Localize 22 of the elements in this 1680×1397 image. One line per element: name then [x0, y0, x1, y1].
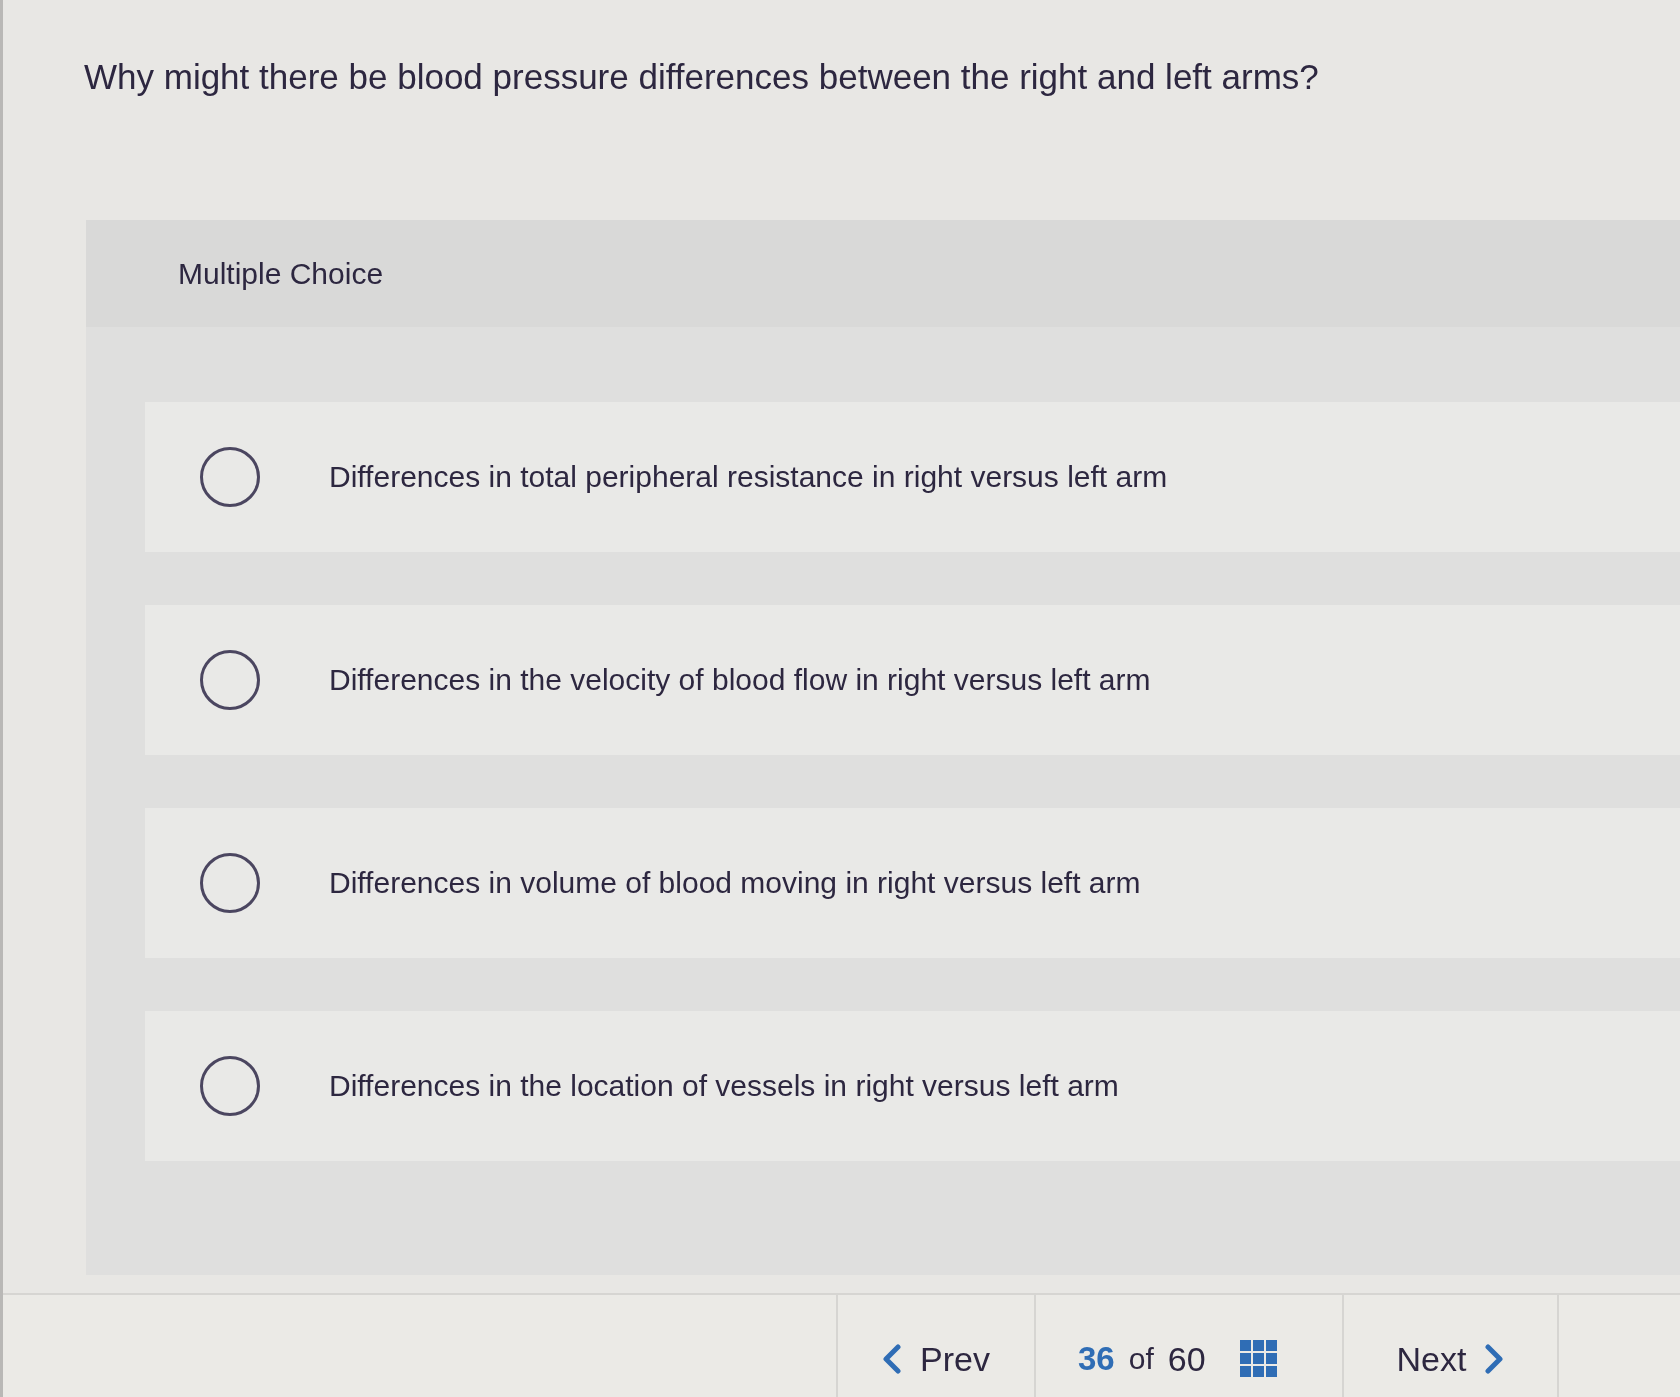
of-label: of: [1128, 1342, 1154, 1376]
total-question-count: 60: [1167, 1339, 1206, 1379]
radio-button[interactable]: [200, 1056, 260, 1116]
question-text: Why might there be blood pressure differences between the right and left arms?: [84, 56, 1319, 98]
prev-button[interactable]: Prev: [880, 1335, 992, 1383]
option-text: Differences in volume of blood moving in right versus left arm: [329, 865, 1141, 901]
chevron-right-icon: [1484, 1344, 1505, 1374]
radio-button[interactable]: [200, 650, 260, 710]
grid-icon[interactable]: [1239, 1340, 1278, 1378]
answer-option[interactable]: Differences in volume of blood moving in right versus left arm: [145, 808, 1680, 958]
option-text: Differences in the velocity of blood flow in right versus left arm: [329, 662, 1151, 698]
option-text: Differences in the location of vessels in right versus left arm: [329, 1068, 1119, 1104]
answer-option[interactable]: Differences in the location of vessels in right versus left arm: [145, 1011, 1680, 1161]
radio-button[interactable]: [200, 853, 260, 913]
current-question-number: 36: [1078, 1340, 1115, 1378]
radio-button[interactable]: [200, 447, 260, 507]
chevron-left-icon: [882, 1344, 903, 1374]
answer-option[interactable]: Differences in the velocity of blood flow in right versus left arm: [145, 605, 1680, 755]
next-button[interactable]: Next: [1394, 1335, 1507, 1383]
question-type-label: Multiple Choice: [178, 255, 384, 292]
answer-option[interactable]: Differences in total peripheral resistance in right versus left arm: [145, 402, 1680, 552]
option-text: Differences in total peripheral resistance in right versus left arm: [329, 459, 1168, 495]
